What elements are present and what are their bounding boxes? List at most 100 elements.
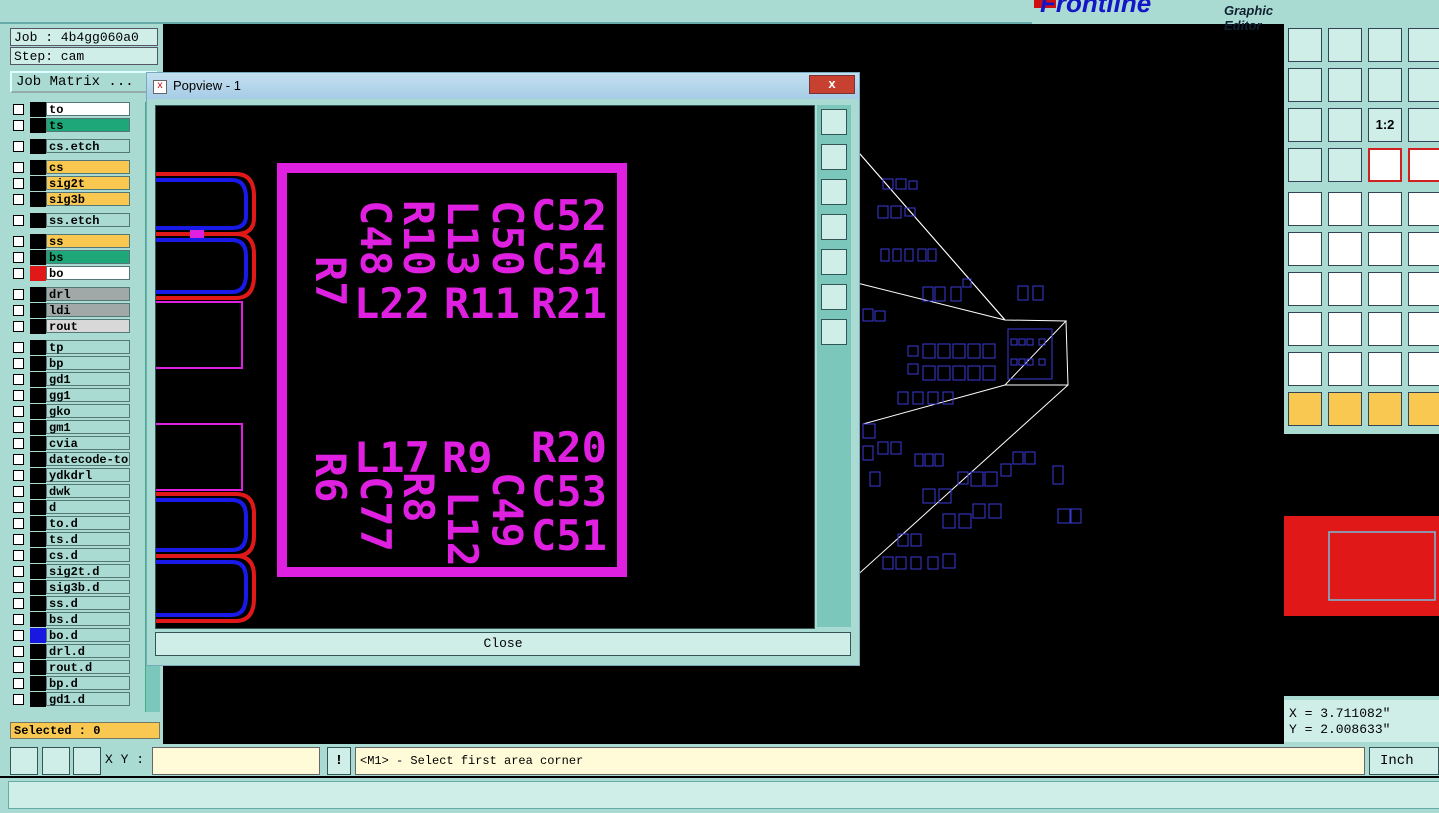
minus-icon[interactable]	[1328, 312, 1362, 346]
overview-panel[interactable]	[1284, 434, 1439, 696]
layer-checkbox[interactable]	[13, 630, 24, 641]
layer-row[interactable]: to.d	[10, 516, 130, 531]
layer-name[interactable]: ts.d	[46, 532, 130, 547]
layer-name[interactable]: cs.etch	[46, 139, 130, 154]
layer-checkbox[interactable]	[13, 582, 24, 593]
grid-snap-icon[interactable]	[73, 747, 101, 775]
flip-icon[interactable]	[1408, 272, 1439, 306]
settings-icon[interactable]	[1288, 148, 1322, 182]
layer-down-icon[interactable]	[1328, 28, 1362, 62]
layer-row[interactable]: drl	[10, 287, 130, 302]
layer-row[interactable]: cvia	[10, 436, 130, 451]
a-cut-icon[interactable]	[1408, 352, 1439, 386]
layer-name[interactable]: sig3b	[46, 192, 130, 207]
layer-checkbox[interactable]	[13, 614, 24, 625]
layer-row[interactable]: sig2t	[10, 176, 130, 191]
layer-name[interactable]: sig2t	[46, 176, 130, 191]
layer-row[interactable]: cs	[10, 160, 130, 175]
layer-row[interactable]: gm1	[10, 420, 130, 435]
layer-row[interactable]: sig3b	[10, 192, 130, 207]
layer-row[interactable]: ts	[10, 118, 130, 133]
layer-checkbox[interactable]	[13, 422, 24, 433]
connect-icon[interactable]	[1368, 148, 1402, 182]
layer-row[interactable]: sig3b.d	[10, 580, 130, 595]
layer-checkbox[interactable]	[13, 104, 24, 115]
cut-icon[interactable]	[1328, 192, 1362, 226]
line-icon[interactable]	[1368, 232, 1402, 266]
layer-row[interactable]: bo	[10, 266, 130, 281]
scale-1-2-icon[interactable]: 1:2	[1368, 108, 1402, 142]
a-up-icon[interactable]	[1328, 352, 1362, 386]
layer-name[interactable]: drl	[46, 287, 130, 302]
select-path-icon[interactable]	[1408, 392, 1439, 426]
layer-name[interactable]: rout	[46, 319, 130, 334]
move-icon[interactable]	[1288, 312, 1322, 346]
layer-name[interactable]: sig2t.d	[46, 564, 130, 579]
layer-checkbox[interactable]	[13, 215, 24, 226]
layer-name[interactable]: d	[46, 500, 130, 515]
arrow-line-icon[interactable]	[1408, 232, 1439, 266]
layer-row[interactable]: ydkdrl	[10, 468, 130, 483]
layer-row[interactable]: cs.etch	[10, 139, 130, 154]
layer-checkbox[interactable]	[13, 502, 24, 513]
a-shape-icon[interactable]	[1368, 352, 1402, 386]
units-selector[interactable]: Inch	[1369, 747, 1439, 775]
triangle-icon[interactable]	[1288, 352, 1322, 386]
layer-row[interactable]: dwk	[10, 484, 130, 499]
prev-step-icon[interactable]	[1288, 68, 1322, 102]
xy-input[interactable]	[152, 747, 320, 775]
layer-name[interactable]: bo.d	[46, 628, 130, 643]
layer-up-icon[interactable]	[821, 144, 847, 170]
drill-icon[interactable]	[1288, 192, 1322, 226]
layer-name[interactable]: gko	[46, 404, 130, 419]
layer-checkbox[interactable]	[13, 236, 24, 247]
layer-row[interactable]: gg1	[10, 388, 130, 403]
layer-name[interactable]: ss.etch	[46, 213, 130, 228]
layer-name[interactable]: bo	[46, 266, 130, 281]
layer-name[interactable]: ss.d	[46, 596, 130, 611]
point-icon[interactable]	[1408, 192, 1439, 226]
layer-row[interactable]: ss.d	[10, 596, 130, 611]
layer-checkbox[interactable]	[13, 646, 24, 657]
layer-name[interactable]: ss	[46, 234, 130, 249]
next-icon[interactable]	[821, 249, 847, 275]
line-select-icon[interactable]	[42, 747, 70, 775]
layer-row[interactable]: cs.d	[10, 548, 130, 563]
layer-row[interactable]: bp	[10, 356, 130, 371]
layer-row[interactable]: datecode-to	[10, 452, 130, 467]
next-step-icon[interactable]	[1328, 68, 1362, 102]
layer-checkbox[interactable]	[13, 141, 24, 152]
layer-name[interactable]: bs.d	[46, 612, 130, 627]
layer-checkbox[interactable]	[13, 486, 24, 497]
layer-checkbox[interactable]	[13, 678, 24, 689]
slash-icon[interactable]	[1328, 272, 1362, 306]
layer-checkbox[interactable]	[13, 534, 24, 545]
layer-checkbox[interactable]	[13, 662, 24, 673]
layer-row[interactable]: tp	[10, 340, 130, 355]
ruler-icon[interactable]	[1368, 192, 1402, 226]
layer-checkbox[interactable]	[13, 321, 24, 332]
layer-row[interactable]: bs.d	[10, 612, 130, 627]
layer-name[interactable]: tp	[46, 340, 130, 355]
layer-name[interactable]: gm1	[46, 420, 130, 435]
angle-icon[interactable]	[1288, 272, 1322, 306]
popview-canvas[interactable]: C52C54R21C50L13R11R10L22C48R7 R20C53C51C…	[155, 105, 815, 629]
layer-row[interactable]: gd1.d	[10, 692, 130, 707]
layer-name[interactable]: bs	[46, 250, 130, 265]
layer-checkbox[interactable]	[13, 518, 24, 529]
popview-close-x-button[interactable]: x	[809, 75, 855, 94]
layer-name[interactable]: ts	[46, 118, 130, 133]
layer-name[interactable]: rout.d	[46, 660, 130, 675]
mirror-icon[interactable]	[1368, 68, 1402, 102]
layer-row[interactable]: ldi	[10, 303, 130, 318]
arc-icon[interactable]	[1368, 272, 1402, 306]
layer-name[interactable]: ldi	[46, 303, 130, 318]
layer-name[interactable]: gd1	[46, 372, 130, 387]
layer-checkbox[interactable]	[13, 406, 24, 417]
layer-name[interactable]: gd1.d	[46, 692, 130, 707]
home-icon[interactable]	[1368, 28, 1402, 62]
s-curve-icon[interactable]	[1408, 68, 1439, 102]
layer-name[interactable]: bp.d	[46, 676, 130, 691]
zoom-window-icon[interactable]	[821, 109, 847, 135]
layer-down-icon[interactable]	[821, 179, 847, 205]
